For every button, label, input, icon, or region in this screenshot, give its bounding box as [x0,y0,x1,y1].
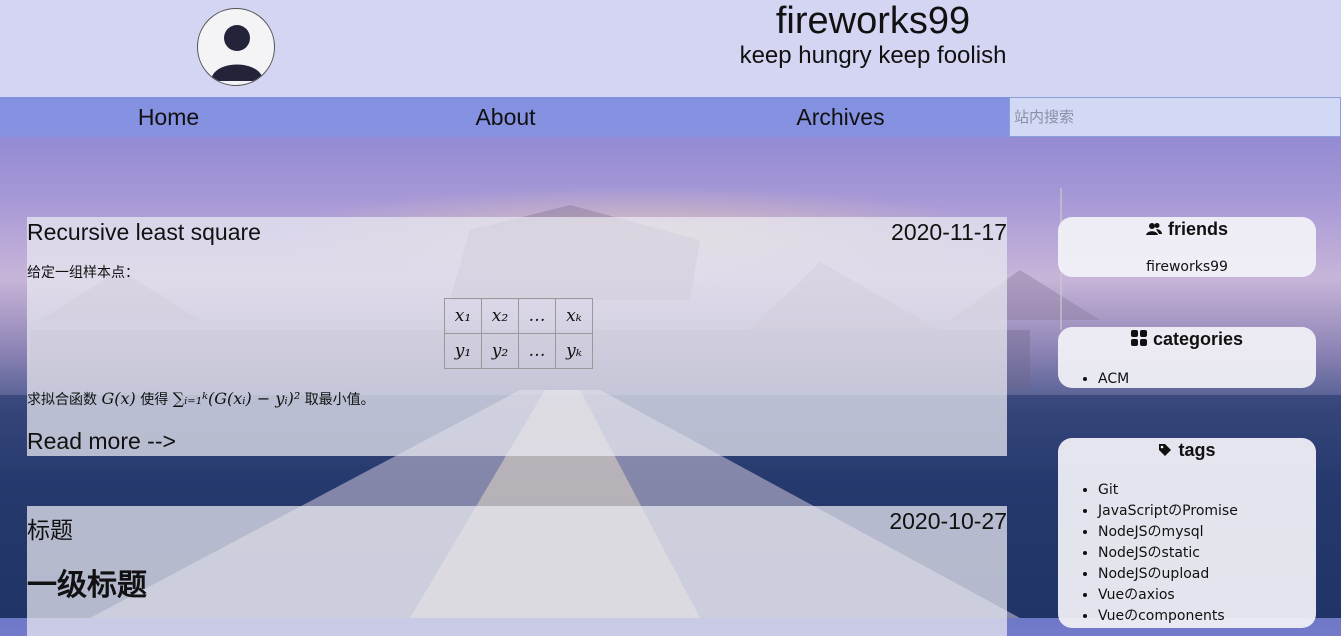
search-input[interactable] [1009,97,1341,137]
category-item[interactable]: ACM [1098,369,1129,388]
site-title[interactable]: fireworks99 [700,0,1046,43]
table-cell: x₂ [481,298,519,334]
post-date: 2020-10-27 [889,508,1007,534]
tag-item[interactable]: Vueのaxios [1098,585,1238,606]
nav-about[interactable]: About [337,97,674,137]
sample-table: x₁ x₂ … xₖ y₁ y₂ … yₖ [444,298,593,369]
tag-item[interactable]: JavaScriptのPromise [1098,501,1238,522]
categories-title: categories [1152,329,1244,349]
friend-link[interactable]: fireworks99 [1058,259,1316,275]
user-group-icon [1145,223,1162,235]
read-more-link[interactable]: Read more --> [27,428,176,455]
widget-title: categories [1058,329,1316,350]
site-subtitle: keep hungry keep foolish [739,42,1007,69]
nav-archives[interactable]: Archives [672,97,1009,137]
post-body: 求拟合函数 G(x) 使得 ∑ᵢ₌₁ᵏ(G(xᵢ) − yᵢ)² 取最小值。 [27,389,375,409]
tags-title: tags [1178,440,1216,460]
post-card: Recursive least square 2020-11-17 给定一组样本… [27,217,1007,456]
friends-title: friends [1167,219,1228,239]
user-avatar-icon [211,25,263,81]
tag-item[interactable]: Git [1098,480,1238,501]
widget-title: friends [1058,219,1316,240]
tag-item[interactable]: NodeJSのupload [1098,564,1238,585]
post-title[interactable]: 标题 [27,511,73,545]
math-formula: ∑ᵢ₌₁ᵏ(G(xᵢ) − yᵢ)² [172,389,301,408]
table-cell: xₖ [555,298,593,334]
main-nav: Home About Archives [0,97,1341,137]
table-cell: x₁ [444,298,482,334]
body-suffix: 取最小值。 [304,392,375,408]
tags-list: Git JavaScriptのPromise NodeJSのmysql Node… [1058,480,1238,627]
categories-widget: categories ACM [1058,327,1316,388]
post-title[interactable]: Recursive least square [27,219,261,246]
tag-item[interactable]: NodeJSのmysql [1098,522,1238,543]
friends-widget: friends fireworks99 [1058,217,1316,277]
table-cell: … [518,298,556,334]
avatar[interactable] [197,8,275,86]
table-cell: yₖ [555,333,593,369]
tag-item[interactable]: Vueのcomponents [1098,606,1238,627]
math-function: G(x) [101,389,136,408]
widget-title: tags [1058,440,1316,461]
categories-list: ACM [1058,369,1129,388]
grid-icon [1130,330,1147,346]
post-card: 标题 2020-10-27 一级标题 [27,506,1007,636]
body-middle: 使得 [140,392,169,408]
post-heading: 一级标题 [27,568,147,603]
post-date: 2020-11-17 [891,219,1007,245]
tags-widget: tags Git JavaScriptのPromise NodeJSのmysql… [1058,438,1316,628]
tag-icon [1159,444,1172,456]
site-header: fireworks99 keep hungry keep foolish [0,0,1341,97]
table-cell: y₂ [481,333,519,369]
nav-home[interactable]: Home [0,97,337,137]
post-intro: 给定一组样本点： [27,265,139,281]
table-cell: … [518,333,556,369]
table-cell: y₁ [444,333,482,369]
body-prefix: 求拟合函数 [27,392,97,408]
tag-item[interactable]: NodeJSのstatic [1098,543,1238,564]
